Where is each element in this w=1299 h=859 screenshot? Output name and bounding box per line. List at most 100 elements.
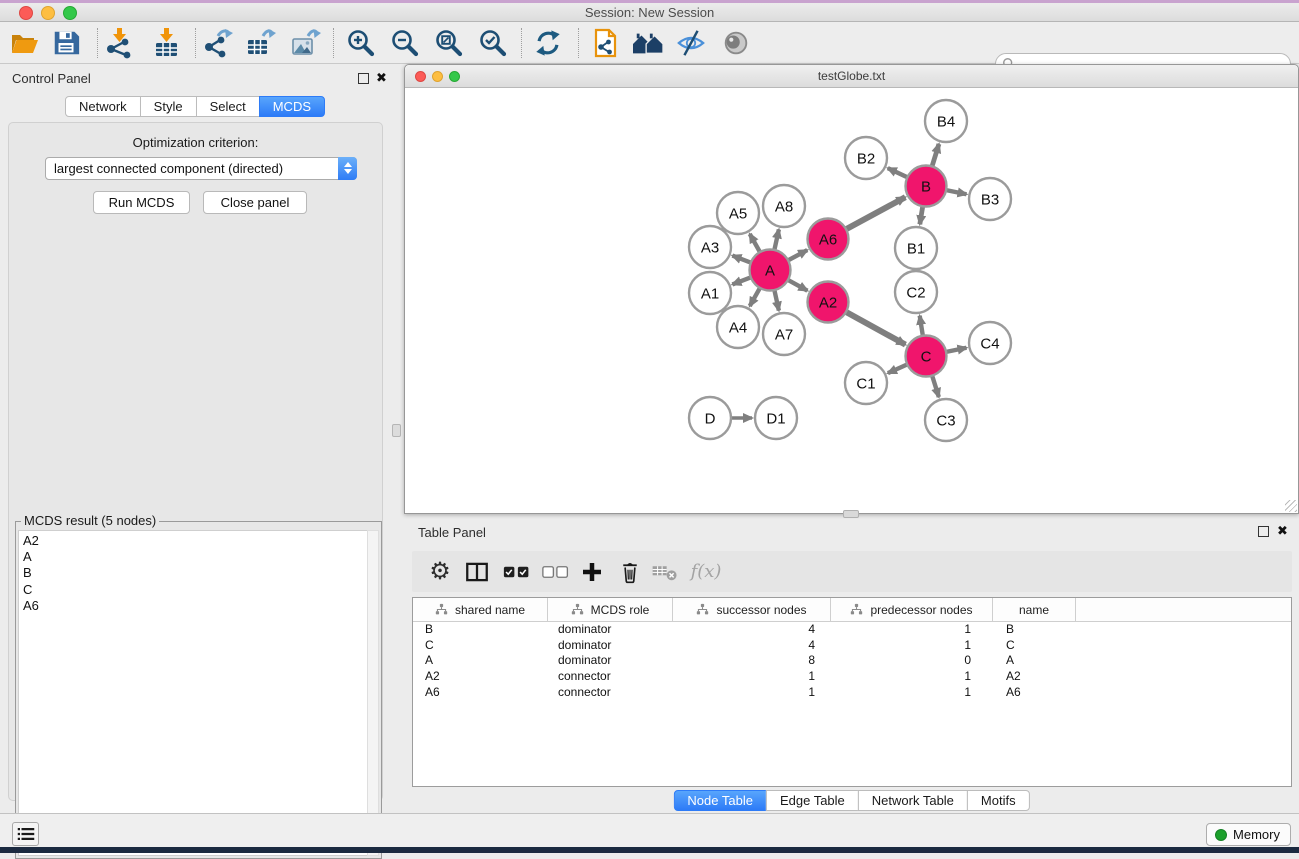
table-row-a[interactable]: Adominator80A: [413, 653, 1291, 669]
table-row-a2[interactable]: A2connector11A2: [413, 669, 1291, 685]
zoom-in-icon: [345, 27, 377, 59]
clone-network-button[interactable]: [587, 26, 623, 60]
node-D1[interactable]: D1: [755, 397, 797, 439]
hide-button[interactable]: [673, 26, 709, 60]
tab-network[interactable]: Network: [65, 96, 141, 117]
result-item-b[interactable]: B: [23, 565, 367, 581]
network-canvas[interactable]: B4 B2 B B3 A5A8A6 B1 A3 A C2 A1 A2 A4A7 C4 C C1 D D1 C3: [405, 88, 1298, 513]
tab-style[interactable]: Style: [140, 96, 197, 117]
result-item-a2[interactable]: A2: [23, 533, 367, 549]
houses-button[interactable]: [630, 26, 666, 60]
network-graph[interactable]: B4 B2 B B3 A5A8A6 B1 A3 A C2 A1 A2 A4A7 C4 C C1 D D1 C3: [405, 88, 1298, 513]
network-zoom-button[interactable]: [449, 71, 460, 82]
export-table-button[interactable]: [242, 26, 278, 60]
node-B3[interactable]: B3: [969, 178, 1011, 220]
window-resize-handle[interactable]: [1285, 500, 1297, 512]
control-panel: Control Panel NetworkStyleSelectMCDS Opt…: [0, 64, 390, 813]
delete-column-button[interactable]: [613, 551, 647, 592]
column-layout-button[interactable]: [460, 551, 494, 592]
float-table-panel-icon[interactable]: [1258, 526, 1269, 537]
tab-edge-table[interactable]: Edge Table: [766, 790, 859, 811]
node-A1[interactable]: A1: [689, 272, 731, 314]
close-panel-icon[interactable]: [376, 70, 387, 86]
node-B1[interactable]: B1: [895, 227, 937, 269]
node-label: C: [921, 349, 932, 366]
panel-divider-grip[interactable]: [392, 424, 401, 437]
run-mcds-button[interactable]: Run MCDS: [93, 191, 190, 214]
window-minimize-button[interactable]: [41, 6, 55, 20]
result-item-a[interactable]: A: [23, 549, 367, 565]
refresh-layout-button[interactable]: [530, 26, 566, 60]
node-A7[interactable]: A7: [763, 313, 805, 355]
tab-mcds[interactable]: MCDS: [259, 96, 325, 117]
tab-motifs[interactable]: Motifs: [967, 790, 1030, 811]
node-B4[interactable]: B4: [925, 100, 967, 142]
deselect-all-button[interactable]: [539, 551, 573, 592]
table-row-b[interactable]: Bdominator41B: [413, 622, 1291, 638]
close-panel-button[interactable]: Close panel: [203, 191, 307, 214]
column-header-predecessor-nodes[interactable]: predecessor nodes: [831, 598, 993, 621]
node-C4[interactable]: C4: [969, 322, 1011, 364]
zoom-selected-button[interactable]: [475, 26, 511, 60]
select-all-button[interactable]: [500, 551, 534, 592]
node-A2[interactable]: A2: [808, 282, 849, 323]
memory-button[interactable]: Memory: [1206, 823, 1291, 846]
result-item-c[interactable]: C: [23, 582, 367, 598]
table-row-c[interactable]: Cdominator41C: [413, 638, 1291, 654]
export-image-button[interactable]: [287, 26, 323, 60]
close-table-panel-icon[interactable]: [1277, 523, 1288, 539]
node-A6[interactable]: A6: [808, 219, 849, 260]
app-titlebar: Session: New Session: [0, 3, 1299, 22]
task-history-button[interactable]: [12, 822, 39, 846]
import-network-button[interactable]: [101, 26, 137, 60]
houses-icon: [631, 28, 665, 58]
column-header-successor-nodes[interactable]: successor nodes: [673, 598, 831, 621]
node-C1[interactable]: C1: [845, 362, 887, 404]
tab-network-table[interactable]: Network Table: [858, 790, 968, 811]
add-column-button[interactable]: [575, 551, 609, 592]
column-header-shared-name[interactable]: shared name: [413, 598, 548, 621]
float-panel-icon[interactable]: [358, 73, 369, 84]
node-C2[interactable]: C2: [895, 271, 937, 313]
column-header-name[interactable]: name: [993, 598, 1076, 621]
node-A8[interactable]: A8: [763, 185, 805, 227]
tab-select[interactable]: Select: [196, 96, 260, 117]
delete-table-button[interactable]: [648, 551, 682, 592]
control-tabs: NetworkStyleSelectMCDS: [65, 96, 325, 117]
network-minimize-button[interactable]: [432, 71, 443, 82]
criterion-select[interactable]: largest connected component (directed): [45, 157, 357, 180]
cell: 1: [831, 622, 993, 638]
result-item-a6[interactable]: A6: [23, 598, 367, 614]
table-row-a6[interactable]: A6connector11A6: [413, 685, 1291, 701]
column-header-MCDS-role[interactable]: MCDS role: [548, 598, 673, 621]
node-B2[interactable]: B2: [845, 137, 887, 179]
zoom-fit-button[interactable]: [431, 26, 467, 60]
network-close-button[interactable]: [415, 71, 426, 82]
window-zoom-button[interactable]: [63, 6, 77, 20]
table-settings-button[interactable]: [423, 551, 457, 592]
node-A4[interactable]: A4: [717, 306, 759, 348]
save-session-button[interactable]: [48, 26, 84, 60]
zoom-out-button[interactable]: [387, 26, 423, 60]
tab-node-table[interactable]: Node Table: [673, 790, 767, 811]
zoom-in-button[interactable]: [343, 26, 379, 60]
cell: C: [413, 638, 548, 654]
import-table-button[interactable]: [148, 26, 184, 60]
node-A[interactable]: A: [750, 250, 791, 291]
open-session-button[interactable]: [6, 26, 42, 60]
node-C3[interactable]: C3: [925, 399, 967, 441]
result-scrollbar[interactable]: [367, 530, 379, 856]
show-button[interactable]: [718, 26, 754, 60]
node-C[interactable]: C: [906, 336, 947, 377]
function-builder-button[interactable]: f(x): [684, 551, 728, 592]
export-network-button[interactable]: [200, 26, 236, 60]
window-close-button[interactable]: [19, 6, 33, 20]
node-A5[interactable]: A5: [717, 192, 759, 234]
node-B[interactable]: B: [906, 166, 947, 207]
node-D[interactable]: D: [689, 397, 731, 439]
node-A3[interactable]: A3: [689, 226, 731, 268]
checked-boxes-icon: [503, 565, 531, 579]
network-window-titlebar[interactable]: testGlobe.txt: [405, 65, 1298, 88]
mcds-result-list[interactable]: A2ABCA6: [18, 530, 367, 856]
table-delete-icon: [651, 561, 679, 583]
